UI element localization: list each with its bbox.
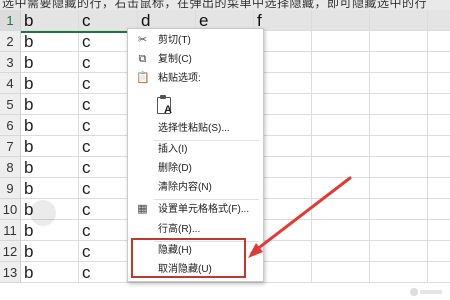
cell[interactable]	[428, 178, 450, 199]
cell[interactable]	[312, 10, 370, 31]
cell[interactable]	[370, 73, 428, 94]
cell[interactable]: b	[21, 136, 79, 157]
cell[interactable]	[428, 199, 450, 220]
row-header-12[interactable]: 12	[0, 241, 21, 262]
menu-item-label: 清除内容(N)	[158, 182, 212, 193]
cell[interactable]	[428, 220, 450, 241]
clipboard-clip	[160, 95, 166, 99]
cell[interactable]	[312, 115, 370, 136]
row-header-1[interactable]: 1	[0, 10, 21, 31]
menu-item-label: 粘贴选项:	[158, 73, 201, 84]
cell[interactable]	[370, 220, 428, 241]
paste-letter: A	[164, 104, 172, 116]
menu-separator	[154, 199, 259, 200]
row-header-7[interactable]: 7	[0, 136, 21, 157]
watermark-logo	[410, 288, 442, 296]
cell[interactable]	[370, 199, 428, 220]
cell[interactable]	[312, 178, 370, 199]
cell[interactable]: b	[21, 10, 79, 31]
cell[interactable]	[312, 136, 370, 157]
cell[interactable]	[428, 241, 450, 262]
cell[interactable]	[428, 73, 450, 94]
cell[interactable]	[312, 241, 370, 262]
cell[interactable]	[428, 52, 450, 73]
menu-item-label: 选择性粘贴(S)...	[158, 123, 230, 134]
cell[interactable]	[370, 10, 428, 31]
cell[interactable]	[370, 115, 428, 136]
cell[interactable]	[428, 115, 450, 136]
cell[interactable]: b	[21, 157, 79, 178]
top-banner: 选中需要隐藏的行，右击鼠标，在弹出的菜单中选择隐藏，即可隐藏选中的行	[0, 0, 450, 10]
row-header-10[interactable]: 10	[0, 199, 21, 220]
cell[interactable]	[370, 94, 428, 115]
menu-item-row-height[interactable]: 行高(R)...	[128, 221, 263, 238]
cell[interactable]	[312, 94, 370, 115]
cell[interactable]	[428, 262, 450, 283]
row-header-3[interactable]: 3	[0, 52, 21, 73]
menu-item-format-cells[interactable]: ▦ 设置单元格格式(F)...	[128, 201, 263, 218]
cell[interactable]	[370, 178, 428, 199]
menu-item-clear-contents[interactable]: 清除内容(N)	[128, 179, 263, 196]
selection-underline	[21, 31, 131, 33]
cell[interactable]: b	[21, 73, 79, 94]
row-header-2[interactable]: 2	[0, 31, 21, 52]
cell[interactable]	[370, 241, 428, 262]
cell[interactable]	[428, 157, 450, 178]
cell[interactable]: b	[21, 115, 79, 136]
cursor-blur	[30, 200, 56, 226]
cell[interactable]	[370, 262, 428, 283]
menu-item-label: 复制(C)	[158, 54, 192, 65]
row-header-8[interactable]: 8	[0, 157, 21, 178]
menu-item-insert[interactable]: 插入(I)	[128, 141, 263, 158]
cell[interactable]	[312, 220, 370, 241]
format-cells-icon: ▦	[137, 203, 148, 215]
cell[interactable]	[370, 157, 428, 178]
menu-item-paste-options: 📋 粘贴选项:	[128, 70, 263, 87]
menu-item-label: 插入(I)	[158, 144, 188, 155]
cell[interactable]	[312, 73, 370, 94]
cell[interactable]	[428, 10, 450, 31]
row-header-11[interactable]: 11	[0, 220, 21, 241]
watermark-dot	[410, 288, 418, 296]
cell[interactable]	[428, 94, 450, 115]
cell[interactable]: b	[21, 241, 79, 262]
cell[interactable]	[370, 136, 428, 157]
row-header-9[interactable]: 9	[0, 178, 21, 199]
menu-item-label: 剪切(T)	[158, 35, 191, 46]
row-header-13[interactable]: 13	[0, 262, 21, 283]
cell[interactable]	[312, 262, 370, 283]
menu-item-label: 设置单元格格式(F)...	[158, 204, 250, 215]
clipboard-icon: 📋	[136, 72, 150, 84]
highlight-box	[131, 238, 246, 278]
menu-item-delete[interactable]: 删除(D)	[128, 160, 263, 177]
cell[interactable]: b	[21, 52, 79, 73]
banner-text: 选中需要隐藏的行，右击鼠标，在弹出的菜单中选择隐藏，即可隐藏选中的行	[2, 0, 428, 10]
cell[interactable]	[370, 31, 428, 52]
menu-item-label: 删除(D)	[158, 163, 192, 174]
row-header-6[interactable]: 6	[0, 115, 21, 136]
cell[interactable]	[428, 136, 450, 157]
menu-item-cut[interactable]: ✂ 剪切(T)	[128, 32, 263, 49]
cell[interactable]	[370, 52, 428, 73]
copy-icon: ⧉	[138, 53, 147, 65]
paste-clipboard-a-icon[interactable]: A	[156, 95, 174, 117]
scissors-icon: ✂	[137, 34, 148, 46]
cell[interactable]: b	[21, 178, 79, 199]
row-header-5[interactable]: 5	[0, 94, 21, 115]
cell[interactable]: b	[21, 262, 79, 283]
watermark-bar	[420, 290, 442, 294]
menu-item-paste-special[interactable]: 选择性粘贴(S)...	[128, 120, 263, 137]
menu-item-copy[interactable]: ⧉ 复制(C)	[128, 51, 263, 68]
cell[interactable]: b	[21, 94, 79, 115]
row-header-4[interactable]: 4	[0, 73, 21, 94]
cell[interactable]	[312, 31, 370, 52]
cell[interactable]	[428, 31, 450, 52]
cell[interactable]	[312, 199, 370, 220]
cell[interactable]	[312, 157, 370, 178]
cell[interactable]: b	[21, 31, 79, 52]
cell[interactable]	[312, 52, 370, 73]
menu-item-label: 行高(R)...	[158, 224, 201, 235]
